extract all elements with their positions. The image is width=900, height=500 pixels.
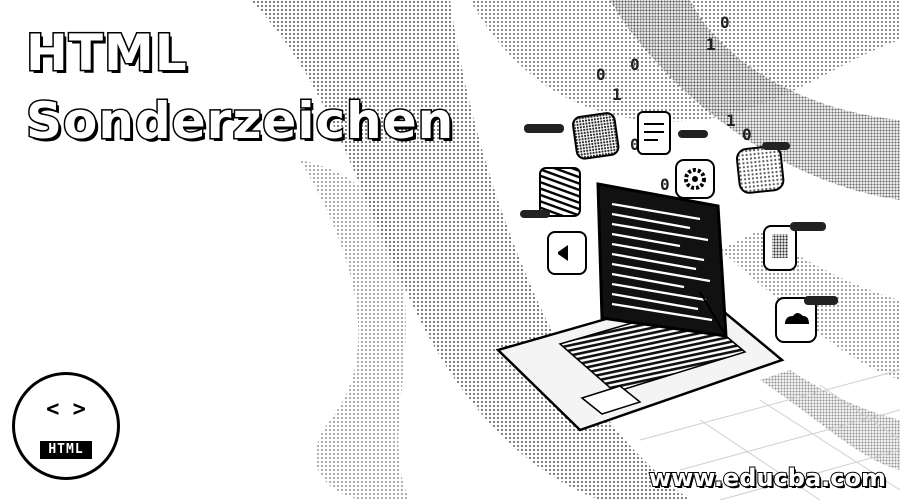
website-watermark[interactable]: www.educba.com bbox=[648, 463, 887, 493]
code-window-icon bbox=[539, 167, 581, 217]
tag-label bbox=[678, 130, 708, 138]
svg-text:1: 1 bbox=[612, 85, 622, 104]
phone-icon bbox=[763, 225, 797, 271]
document-icon bbox=[572, 112, 620, 160]
code-brackets-icon: < > bbox=[46, 397, 86, 422]
halftone-swoosh bbox=[760, 370, 900, 470]
megaphone-icon bbox=[547, 231, 587, 275]
page-subtitle: Sonderzeichen bbox=[24, 91, 455, 152]
svg-text:1: 1 bbox=[726, 111, 736, 130]
html-badge-icon: < > HTML bbox=[12, 372, 120, 480]
gear-icon bbox=[675, 159, 715, 199]
svg-text:1: 1 bbox=[706, 35, 716, 54]
svg-text:0: 0 bbox=[630, 55, 640, 74]
tag-label bbox=[790, 222, 826, 231]
svg-text:0: 0 bbox=[742, 125, 752, 144]
tag-label bbox=[524, 124, 564, 133]
svg-text:0: 0 bbox=[596, 65, 606, 84]
svg-text:0: 0 bbox=[720, 13, 730, 32]
tag-label bbox=[762, 142, 790, 150]
laptop-icon bbox=[495, 182, 785, 432]
svg-text:0: 0 bbox=[660, 175, 670, 194]
html-badge-label: HTML bbox=[40, 441, 92, 459]
page-title: HTML bbox=[25, 23, 189, 84]
chat-icon bbox=[735, 145, 785, 194]
tag-label bbox=[804, 296, 838, 305]
banner-image: 010 010 110 10 bbox=[0, 0, 900, 500]
tag-label bbox=[520, 210, 550, 218]
document-icon bbox=[637, 111, 671, 155]
